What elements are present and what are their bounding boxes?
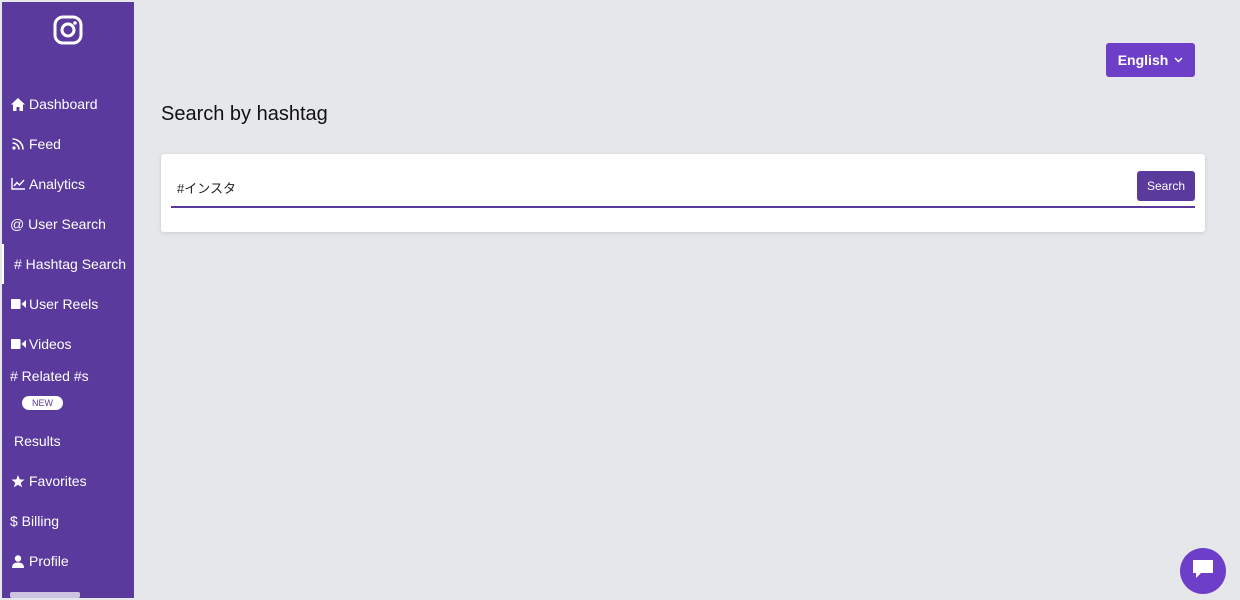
sidebar-item-related-hashtags[interactable]: # Related #s	[2, 364, 134, 388]
sidebar-item-feed[interactable]: Feed	[2, 124, 134, 164]
home-icon	[10, 97, 26, 111]
video-icon	[10, 337, 26, 351]
sidebar-item-label: Favorites	[29, 473, 87, 489]
sidebar-item-videos[interactable]: Videos	[2, 324, 134, 364]
user-icon	[10, 554, 26, 568]
sidebar-item-results[interactable]: Results	[2, 421, 134, 461]
app-window: Dashboard Feed Analytics @ User Search #…	[2, 2, 1238, 598]
video-icon	[10, 297, 26, 311]
sidebar-item-label: @ User Search	[10, 216, 106, 232]
sidebar-item-label: # Hashtag Search	[14, 256, 127, 272]
sidebar-item-label: User Reels	[29, 296, 99, 312]
instagram-logo-icon[interactable]	[53, 15, 83, 45]
sidebar-item-profile[interactable]: Profile	[2, 541, 134, 581]
language-label: English	[1117, 52, 1169, 68]
search-underline	[171, 206, 1195, 208]
sidebar-item-label: Analytics	[29, 176, 86, 192]
sidebar-item-label: Results	[14, 433, 61, 449]
sidebar: Dashboard Feed Analytics @ User Search #…	[2, 2, 134, 598]
sidebar-item-label: Profile	[29, 553, 69, 569]
search-card: Search	[161, 154, 1205, 232]
sidebar-item-label: # Related #s	[10, 368, 89, 384]
sidebar-item-user-reels[interactable]: User Reels	[2, 284, 134, 324]
sidebar-item-label: Dashboard	[29, 96, 98, 112]
sidebar-item-partial	[10, 592, 80, 598]
sidebar-item-billing[interactable]: $ Billing	[2, 501, 134, 541]
search-button[interactable]: Search	[1137, 171, 1195, 201]
chevron-down-icon	[1174, 55, 1183, 66]
page-title: Search by hashtag	[161, 103, 328, 125]
sidebar-item-analytics[interactable]: Analytics	[2, 164, 134, 204]
sidebar-item-favorites[interactable]: Favorites	[2, 461, 134, 501]
sidebar-item-user-search[interactable]: @ User Search	[2, 204, 134, 244]
sidebar-item-label: Videos	[29, 336, 72, 352]
new-badge: NEW	[22, 396, 63, 410]
chat-icon	[1191, 558, 1215, 585]
rss-icon	[10, 137, 26, 151]
hashtag-search-input[interactable]	[171, 168, 1138, 208]
star-icon	[10, 474, 26, 488]
sidebar-item-label: Feed	[29, 136, 61, 152]
sidebar-item-label: $ Billing	[10, 513, 60, 529]
chart-line-icon	[10, 177, 26, 191]
sidebar-item-hashtag-search[interactable]: # Hashtag Search	[2, 244, 134, 284]
language-dropdown[interactable]: English	[1106, 43, 1195, 77]
sidebar-item-dashboard[interactable]: Dashboard	[2, 84, 134, 124]
chat-widget-button[interactable]	[1180, 548, 1226, 594]
